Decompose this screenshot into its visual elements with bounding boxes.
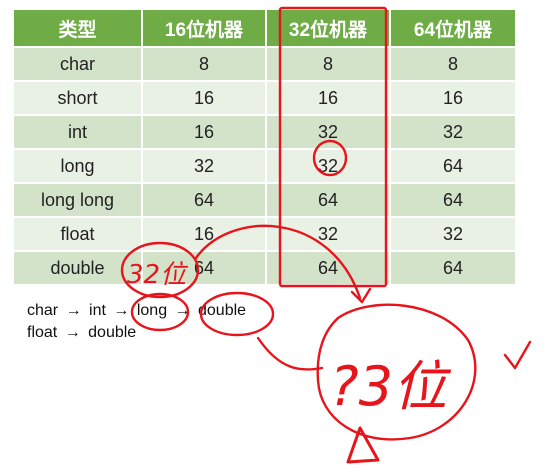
- type-cell: float: [14, 216, 143, 251]
- note-char: char: [27, 302, 59, 319]
- size-32-cell: 32: [266, 148, 391, 183]
- note-long: long: [136, 302, 168, 319]
- type-cell: int: [14, 114, 143, 149]
- conversion-notes: char → int → long → double float → doubl…: [27, 300, 246, 344]
- size-16-cell: 64: [142, 250, 267, 284]
- size-32-cell: 8: [266, 46, 391, 81]
- header-32bit: 32位机器: [266, 10, 391, 47]
- note-double: double: [198, 302, 247, 319]
- size-16-cell: 32: [142, 148, 267, 183]
- size-32-cell: 64: [266, 182, 391, 217]
- table-row: double 64 64 64: [14, 250, 517, 284]
- table-row: long 32 32 64: [14, 148, 517, 183]
- arrow-double-to-big-note: [256, 336, 324, 371]
- size-32-cell: 16: [266, 80, 391, 115]
- table-row: short 16 16 16: [14, 80, 517, 115]
- table-row: char 8 8 8: [14, 46, 517, 81]
- type-cell: short: [14, 80, 143, 115]
- type-cell: char: [14, 46, 143, 81]
- size-16-cell: 64: [142, 182, 267, 217]
- table-row: float 16 32 32: [14, 216, 517, 251]
- size-16-cell: 16: [142, 80, 267, 115]
- type-cell: long long: [14, 182, 143, 217]
- size-32-cell: 64: [266, 250, 391, 284]
- conversion-chain-integer: char → int → long → double: [27, 300, 246, 322]
- size-64-cell: 8: [390, 46, 517, 81]
- table-row: long long 64 64 64: [14, 182, 517, 217]
- size-64-cell: 64: [390, 250, 517, 284]
- size-16-cell: 16: [142, 114, 267, 149]
- triangle-mark-icon: [346, 426, 380, 464]
- note-int: int: [89, 302, 106, 319]
- table-row: int 16 32 32: [14, 114, 517, 149]
- type-cell: long: [14, 148, 143, 183]
- size-64-cell: 64: [390, 182, 517, 217]
- right-arrow-icon: →: [113, 302, 130, 319]
- handwritten-big-bits: ?3位: [330, 355, 452, 418]
- check-mark-icon: [503, 340, 532, 370]
- size-32-cell: 32: [266, 216, 391, 251]
- circle-big-note: [316, 303, 477, 441]
- size-64-cell: 64: [390, 148, 517, 183]
- right-arrow-icon: →: [65, 302, 82, 319]
- right-arrow-icon: →: [174, 302, 191, 319]
- header-16bit: 16位机器: [142, 10, 267, 47]
- header-64bit: 64位机器: [390, 10, 517, 47]
- arrow-head-icon: [350, 287, 372, 304]
- conversion-chain-float: float → double: [27, 322, 246, 344]
- note-float: float: [27, 324, 58, 341]
- header-type: 类型: [14, 10, 143, 47]
- size-32-cell: 32: [266, 114, 391, 149]
- table-header-row: 类型 16位机器 32位机器 64位机器: [14, 10, 517, 47]
- size-64-cell: 32: [390, 216, 517, 251]
- type-cell: double: [14, 250, 143, 284]
- data-type-size-table-container: 类型 16位机器 32位机器 64位机器 char 8 8 8 short 16…: [14, 10, 517, 284]
- size-64-cell: 32: [390, 114, 517, 149]
- size-64-cell: 16: [390, 80, 517, 115]
- size-16-cell: 16: [142, 216, 267, 251]
- note-double: double: [88, 324, 137, 341]
- data-type-size-table: 类型 16位机器 32位机器 64位机器 char 8 8 8 short 16…: [14, 10, 517, 284]
- right-arrow-icon: →: [64, 324, 81, 341]
- size-16-cell: 8: [142, 46, 267, 81]
